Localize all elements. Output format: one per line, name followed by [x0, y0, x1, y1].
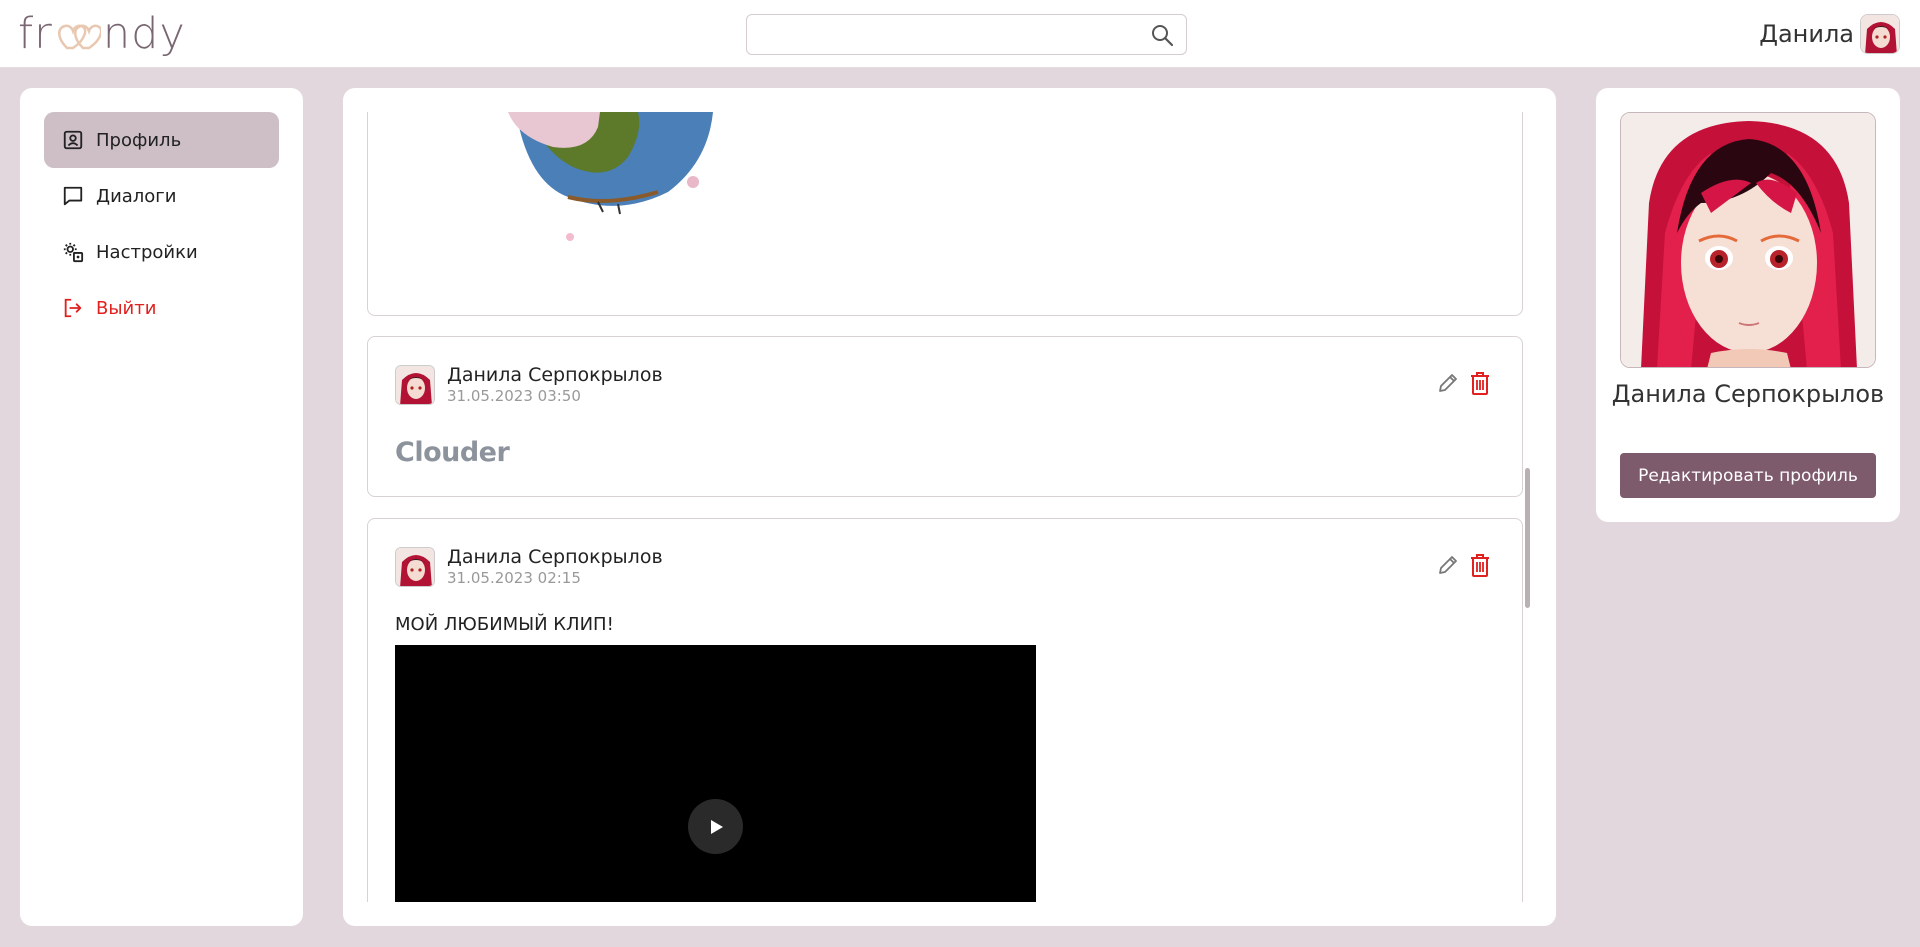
- edit-profile-button[interactable]: Редактировать профиль: [1620, 453, 1876, 498]
- search-input[interactable]: [747, 15, 1127, 54]
- profile-card: Данила Серпокрылов Редактировать профиль: [1596, 88, 1900, 522]
- sidebar-item-label: Выйти: [96, 297, 157, 319]
- profile-name: Данила Серпокрылов: [1611, 380, 1885, 408]
- sidebar-item-dialogs[interactable]: Диалоги: [44, 168, 279, 224]
- post-header: Данила Серпокрылов 31.05.2023 03:50: [395, 364, 663, 406]
- sidebar-nav: Профиль Диалоги Настройки Выйти: [20, 88, 303, 926]
- play-button[interactable]: [688, 799, 743, 854]
- delete-trash-icon[interactable]: [1468, 552, 1492, 578]
- avatar[interactable]: [395, 365, 435, 405]
- logo-text-left: fr: [18, 9, 53, 59]
- profile-icon: [63, 130, 83, 150]
- play-icon: [710, 819, 723, 834]
- post-actions: [1436, 552, 1492, 578]
- search-bar: [746, 14, 1187, 55]
- chat-icon: [63, 186, 83, 206]
- feed-scrollbar[interactable]: [1525, 468, 1530, 608]
- header-user-name: Данила: [1759, 20, 1854, 48]
- sidebar-item-label: Диалоги: [96, 185, 177, 207]
- settings-icon: [63, 242, 84, 263]
- edit-pencil-icon[interactable]: [1436, 552, 1460, 578]
- post-card: Данила Серпокрылов 31.05.2023 03:50 Clou…: [367, 336, 1523, 497]
- search-icon[interactable]: [1150, 23, 1174, 47]
- video-player[interactable]: [395, 645, 1036, 902]
- top-header: fr ndy Данила: [0, 0, 1920, 68]
- post-date: 31.05.2023 02:15: [447, 569, 581, 587]
- post-card: [367, 112, 1523, 316]
- sidebar-item-settings[interactable]: Настройки: [44, 224, 279, 280]
- feed-scroll-area[interactable]: Данила Серпокрылов 31.05.2023 03:50 Clou…: [367, 112, 1533, 902]
- sidebar-item-label: Настройки: [96, 241, 198, 263]
- post-date: 31.05.2023 03:50: [447, 387, 581, 405]
- post-actions: [1436, 370, 1492, 396]
- sidebar-item-profile[interactable]: Профиль: [44, 112, 279, 168]
- sidebar-item-logout[interactable]: Выйти: [44, 280, 279, 336]
- header-avatar[interactable]: [1860, 14, 1900, 54]
- post-image: [508, 112, 713, 241]
- posts-feed: Данила Серпокрылов 31.05.2023 03:50 Clou…: [343, 88, 1556, 926]
- post-logo-text: Clouder: [395, 437, 510, 468]
- hearts-logo-icon: [57, 24, 101, 50]
- delete-trash-icon[interactable]: [1468, 370, 1492, 396]
- post-card: Данила Серпокрылов 31.05.2023 02:15 МОЙ …: [367, 518, 1523, 902]
- sidebar-item-label: Профиль: [96, 129, 182, 151]
- post-header: Данила Серпокрылов 31.05.2023 02:15: [395, 546, 663, 588]
- post-text: МОЙ ЛЮБИМЫЙ КЛИП!: [395, 614, 614, 635]
- edit-pencil-icon[interactable]: [1436, 370, 1460, 396]
- logo-text-right: ndy: [102, 9, 186, 59]
- post-author[interactable]: Данила Серпокрылов: [447, 546, 663, 568]
- post-author[interactable]: Данила Серпокрылов: [447, 364, 663, 386]
- user-menu[interactable]: Данила: [1759, 13, 1900, 55]
- avatar[interactable]: [395, 547, 435, 587]
- logout-icon: [64, 298, 82, 318]
- profile-avatar[interactable]: [1620, 112, 1876, 368]
- app-logo[interactable]: fr ndy: [18, 4, 186, 64]
